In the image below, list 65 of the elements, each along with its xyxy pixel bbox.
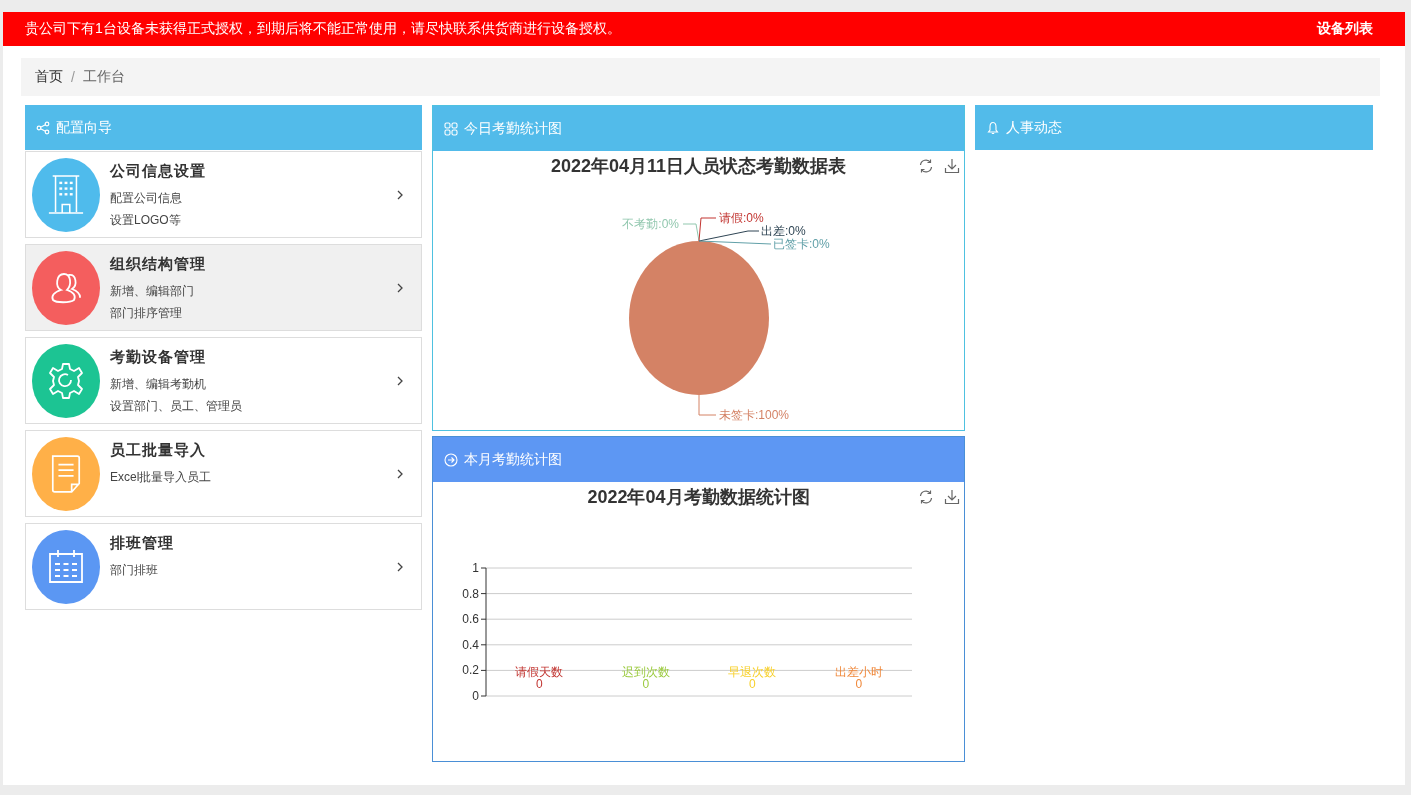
document-icon	[49, 452, 83, 495]
slice-label: 不考勤:0%	[622, 217, 679, 231]
guide-card[interactable]: 组织结构管理 新增、编辑部门 部门排序管理	[25, 244, 422, 331]
guide-card-description: 新增、编辑部门	[110, 283, 195, 300]
grid-icon	[444, 121, 458, 136]
guide-card-description: 部门排序管理	[110, 305, 183, 322]
breadcrumb-link[interactable]: 首页	[35, 68, 63, 86]
leader-line	[698, 394, 717, 416]
bell-icon	[986, 120, 1000, 135]
y-axis-tick-label: 1	[472, 561, 479, 575]
panel-title: 配置向导	[56, 118, 112, 137]
download-icon[interactable]	[944, 158, 960, 174]
guide-card-title: 员工批量导入	[110, 441, 207, 460]
guide-card[interactable]: 员工批量导入 Excel批量导入员工	[25, 430, 422, 517]
slice-label: 未签卡:100%	[719, 408, 790, 422]
guide-card-title: 排班管理	[110, 534, 175, 553]
guide-card[interactable]: 公司信息设置 配置公司信息 设置LOGO等	[25, 151, 422, 238]
guide-card-title: 考勤设备管理	[110, 348, 207, 367]
breadcrumb-separator: /	[71, 69, 75, 85]
guide-card-description: 新增、编辑考勤机	[110, 376, 207, 393]
refresh-icon[interactable]	[918, 158, 934, 174]
device-list-link[interactable]: 设备列表	[1317, 20, 1373, 38]
chevron-right-icon	[397, 468, 403, 479]
guide-card-description: 设置LOGO等	[110, 212, 182, 229]
panel-title: 本月考勤统计图	[464, 450, 562, 469]
chart-title: 2022年04月11日人员状态考勤数据表	[550, 155, 847, 178]
guide-card-description: 设置部门、员工、管理员	[110, 398, 243, 415]
bar-category-label: 迟到次数	[621, 665, 670, 679]
slice-label: 已签卡:0%	[773, 237, 830, 251]
share-icon	[36, 120, 50, 135]
panel-title: 今日考勤统计图	[464, 119, 562, 138]
download-icon[interactable]	[944, 489, 960, 505]
y-axis-tick-label: 0.8	[462, 586, 479, 601]
chevron-right-icon	[397, 282, 403, 293]
gear-icon	[46, 360, 86, 401]
bar-category-label: 早退次数	[728, 665, 777, 679]
guide-card-title: 公司信息设置	[110, 162, 207, 181]
panel-title: 人事动态	[1006, 118, 1062, 137]
breadcrumb-link[interactable]: 工作台	[82, 68, 125, 86]
y-axis-tick-label: 0.2	[462, 663, 479, 678]
y-axis-tick-label: 0	[472, 689, 479, 703]
guide-card-description: Excel批量导入员工	[110, 469, 213, 486]
bar-value-label: 0	[535, 677, 543, 691]
building-icon	[47, 173, 85, 216]
guide-card[interactable]: 考勤设备管理 新增、编辑考勤机 设置部门、员工、管理员	[25, 337, 422, 424]
chevron-right-icon	[397, 189, 403, 200]
slice-label: 出差:0%	[761, 224, 806, 238]
y-axis-tick-label: 0.6	[462, 612, 479, 627]
refresh-icon[interactable]	[918, 489, 934, 505]
arrow-circle-icon	[444, 452, 458, 467]
bar-value-label: 0	[642, 677, 650, 691]
chevron-right-icon	[397, 375, 403, 386]
bar-category-label: 出差小时	[834, 665, 883, 679]
y-axis-tick-label: 0.4	[462, 637, 479, 652]
license-warning-text: 贵公司下有1台设备未获得正式授权，到期后将不能正常使用，请尽快联系供货商进行设备授权。	[25, 20, 621, 38]
guide-card-title: 组织结构管理	[110, 255, 207, 274]
bar-value-label: 0	[748, 677, 756, 691]
bar-category-label: 请假天数	[515, 665, 564, 679]
guide-card-description: 部门排班	[110, 562, 159, 579]
slice-label: 请假:0%	[719, 211, 764, 225]
chart-title: 2022年04月考勤数据统计图	[587, 486, 810, 509]
guide-card-description: 配置公司信息	[110, 190, 183, 207]
guide-card[interactable]: 排班管理 部门排班	[25, 523, 422, 610]
bar-value-label: 0	[855, 677, 863, 691]
chevron-right-icon	[397, 561, 403, 572]
